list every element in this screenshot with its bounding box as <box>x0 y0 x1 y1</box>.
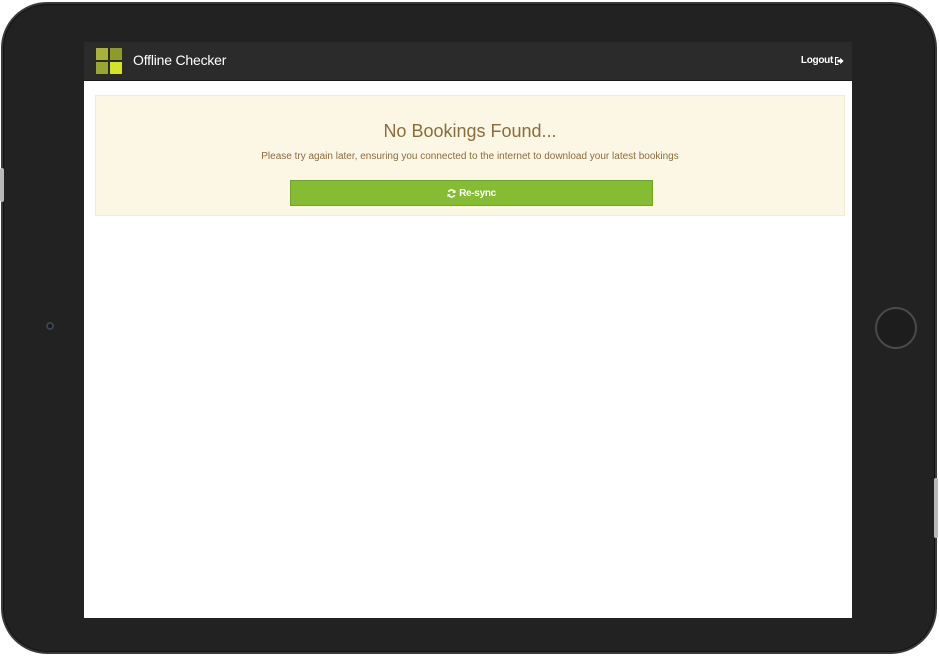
logo-tile-bottom-left <box>96 62 108 74</box>
alert-title: No Bookings Found... <box>383 121 557 141</box>
home-button[interactable] <box>875 307 917 349</box>
resync-label: Re-sync <box>459 187 496 199</box>
sign-out-icon <box>835 56 844 65</box>
logo-tile-bottom-right <box>110 62 122 74</box>
logout-label: Logout <box>800 55 833 66</box>
logo-tile-top-right <box>110 48 122 60</box>
no-bookings-alert: No Bookings Found... Please try again la… <box>95 95 845 216</box>
alert-message: Please try again later, ensuring you con… <box>261 151 679 162</box>
power-button-right <box>934 478 938 538</box>
app-title[interactable]: Offline Checker <box>133 52 226 68</box>
app-screen: Offline Checker Logout No Bookings Found… <box>84 42 852 618</box>
navbar: Offline Checker Logout <box>84 42 852 81</box>
logout-button[interactable]: Logout <box>801 55 844 66</box>
front-camera <box>46 322 54 330</box>
logo-tile-top-left <box>96 48 108 60</box>
app-logo-icon <box>96 48 122 74</box>
volume-button-left <box>0 168 4 202</box>
refresh-icon <box>447 188 456 198</box>
resync-button[interactable]: Re-sync <box>290 180 653 206</box>
